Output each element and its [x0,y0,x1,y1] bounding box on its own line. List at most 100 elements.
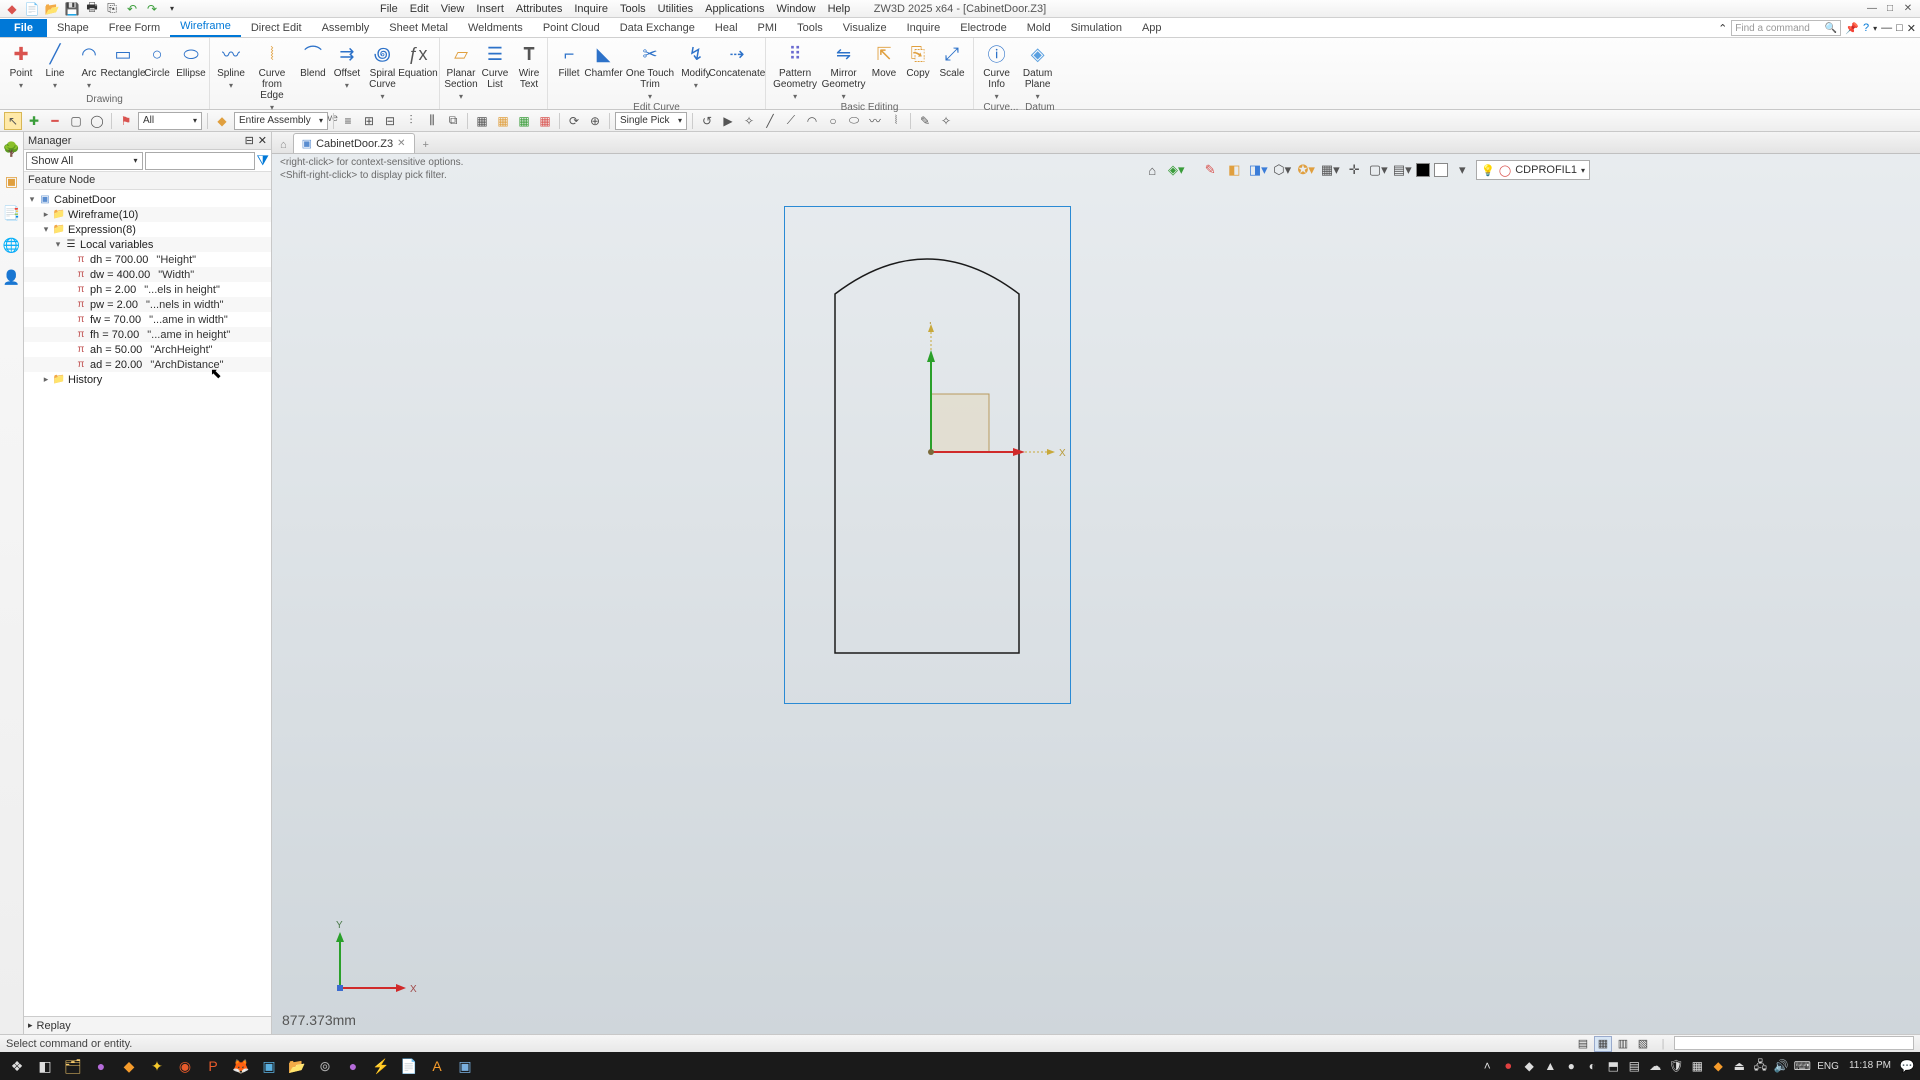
line-button[interactable]: ╱Line▾ [40,40,70,90]
tab-heal[interactable]: Heal [705,19,748,37]
s6-icon[interactable]: ◠ [803,112,821,130]
app9-icon[interactable]: ⊚ [312,1054,338,1078]
tab-tools[interactable]: Tools [787,19,833,37]
menu-insert[interactable]: Insert [476,3,504,15]
child-max-icon[interactable]: □ [1896,22,1903,34]
tab-mold[interactable]: Mold [1017,19,1061,37]
rail-globe-icon[interactable]: 🌐 [3,236,21,254]
close-panel-icon[interactable]: ✕ [258,134,267,147]
app2-icon[interactable]: ◆ [116,1054,142,1078]
tab-app[interactable]: App [1132,19,1172,37]
tray-rec-icon[interactable]: ⏺ [1499,1057,1517,1075]
app8-icon[interactable]: 📂 [284,1054,310,1078]
var-row[interactable]: πdw = 400.00"Width" [24,267,271,282]
fillet-button[interactable]: ⌐Fillet [554,40,584,79]
scope-icon[interactable]: ◆ [213,112,231,130]
dd2-icon[interactable]: ▾ [1873,24,1877,33]
mirror-button[interactable]: ⇋Mirror Geometry▾ [822,40,865,101]
t10-icon[interactable]: ▦ [536,112,554,130]
s11-icon[interactable]: ✎ [916,112,934,130]
plus-icon[interactable]: ✚ [25,112,43,130]
equation-button[interactable]: ƒxEquation [403,40,433,79]
tray-4-icon[interactable]: ◐ [1583,1057,1601,1075]
modify-button[interactable]: ↯Modify▾ [681,40,711,90]
tray-clock[interactable]: 11:18 PM [1845,1061,1895,1071]
t2-icon[interactable]: ⊞ [360,112,378,130]
dd-icon[interactable]: ▾ [164,1,180,17]
tree-history[interactable]: ▸📁History [24,372,271,387]
s12-icon[interactable]: ✧ [937,112,955,130]
s2-icon[interactable]: ▶ [719,112,737,130]
tab-visualize[interactable]: Visualize [833,19,897,37]
tab-freeform[interactable]: Free Form [99,19,170,37]
tab-electrode[interactable]: Electrode [950,19,1016,37]
rectangle-button[interactable]: ▭Rectangle [108,40,138,79]
cursor-icon[interactable]: ↖ [4,112,22,130]
tab-dataexchange[interactable]: Data Exchange [610,19,705,37]
vh-dd-icon[interactable]: ▾ [1452,160,1472,180]
vh-cube2-icon[interactable]: ◨▾ [1248,160,1268,180]
point-button[interactable]: ✚Point▾ [6,40,36,90]
menu-applications[interactable]: Applications [705,3,764,15]
copy-button[interactable]: ⎘Copy [903,40,933,79]
tab-pmi[interactable]: PMI [748,19,788,37]
onetouchtrim-button[interactable]: ✂One Touch Trim▾ [623,40,677,101]
curveinfo-button[interactable]: ⓘCurve Info▾ [980,40,1013,101]
tab-inquire[interactable]: Inquire [897,19,951,37]
tree-localvars[interactable]: ▾☰Local variables [24,237,271,252]
tray-up-icon[interactable]: ˄ [1478,1057,1496,1075]
var-row[interactable]: πph = 2.00"...els in height" [24,282,271,297]
color-swatch-black[interactable] [1416,163,1430,177]
t3-icon[interactable]: ⊟ [381,112,399,130]
tray-9-icon[interactable]: ▦ [1688,1057,1706,1075]
replay-bar[interactable]: ▸Replay [24,1016,271,1034]
offset-button[interactable]: ⇉Offset▾ [332,40,362,90]
vh-home-icon[interactable]: ⌂ [1142,160,1162,180]
tab-sheetmetal[interactable]: Sheet Metal [379,19,458,37]
child-close-icon[interactable]: ✕ [1907,22,1916,35]
undo-icon[interactable]: ↶ [124,1,140,17]
layer-combo[interactable]: 💡 ◯ CDPROFIL1 ▾ [1476,160,1590,180]
t12-icon[interactable]: ⊕ [586,112,604,130]
pattern-button[interactable]: ⠿Pattern Geometry▾ [772,40,818,101]
menu-attributes[interactable]: Attributes [516,3,562,15]
t5-icon[interactable]: ⫼ [423,112,441,130]
pin-panel-icon[interactable]: ⊟ [245,134,254,147]
curvefromedge-button[interactable]: ⦚Curve from Edge▾ [250,40,294,112]
pick-combo[interactable]: Single Pick▾ [615,112,687,130]
add-tab-icon[interactable]: + [417,137,435,153]
open-icon[interactable]: 📂 [44,1,60,17]
lasso-icon[interactable]: ◯ [88,112,106,130]
tab-assembly[interactable]: Assembly [312,19,380,37]
var-row[interactable]: πfw = 70.00"...ame in width" [24,312,271,327]
app3-icon[interactable]: ✦ [144,1054,170,1078]
tree-wireframe[interactable]: ▸📁Wireframe(10) [24,207,271,222]
vh-frame-icon[interactable]: ▢▾ [1368,160,1388,180]
s3-icon[interactable]: ✧ [740,112,758,130]
color-swatch-white[interactable] [1434,163,1448,177]
s8-icon[interactable]: ⬭ [845,112,863,130]
center-origin-axis[interactable]: Y X [927,322,1087,482]
arc-button[interactable]: ◠Arc▾ [74,40,104,90]
tree-expression[interactable]: ▾📁Expression(8) [24,222,271,237]
t8-icon[interactable]: ▦ [494,112,512,130]
command-search[interactable]: Find a command 🔍 [1731,20,1841,36]
tab-shape[interactable]: Shape [47,19,99,37]
tray-kbd-icon[interactable]: ⌨ [1793,1057,1811,1075]
t11-icon[interactable]: ⟳ [565,112,583,130]
s10-icon[interactable]: ⦚ [887,112,905,130]
rail-cube-icon[interactable]: ▣ [3,172,21,190]
tray-2-icon[interactable]: ▲ [1541,1057,1559,1075]
s9-icon[interactable]: 〰 [866,112,884,130]
redo-icon[interactable]: ↷ [144,1,160,17]
ellipse-button[interactable]: ⬭Ellipse [176,40,206,79]
app12-icon[interactable]: 📄 [396,1054,422,1078]
t1-icon[interactable]: ≡ [339,112,357,130]
filter-icon[interactable]: ⧩ [257,152,270,169]
tray-8-icon[interactable]: 🛡 [1667,1057,1685,1075]
flag-icon[interactable]: ⚑ [117,112,135,130]
tray-net-icon[interactable]: 🖧 [1751,1057,1769,1075]
app11-icon[interactable]: ⚡ [368,1054,394,1078]
var-row[interactable]: πdh = 700.00"Height" [24,252,271,267]
var-row[interactable]: πpw = 2.00"...nels in width" [24,297,271,312]
